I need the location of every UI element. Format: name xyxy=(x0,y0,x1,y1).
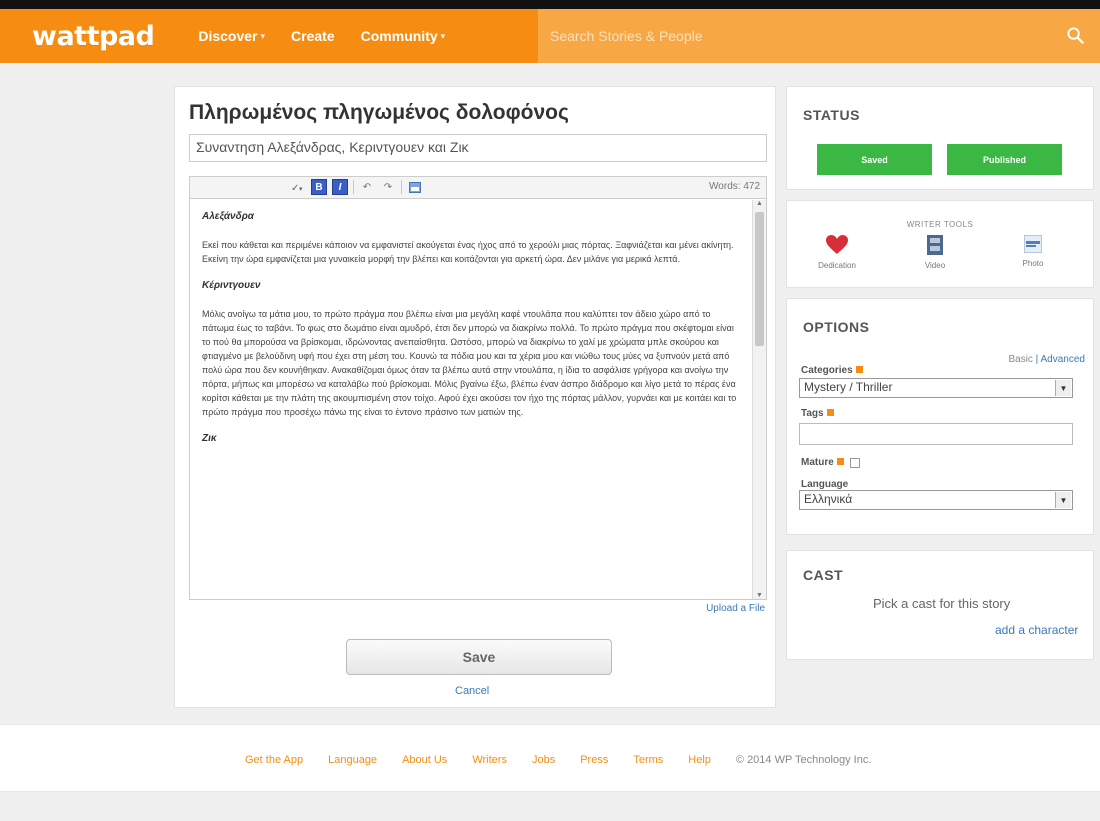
status-heading: STATUS xyxy=(803,107,860,123)
published-button[interactable]: Published xyxy=(947,144,1062,175)
dedication-label: Dedication xyxy=(818,261,856,270)
mature-label-text: Mature xyxy=(801,457,834,468)
tags-label: Tags xyxy=(801,408,834,419)
toolbar-divider xyxy=(353,180,354,194)
heart-icon xyxy=(826,235,848,254)
editor-panel: Πληρωμένος πληγωμένος δολοφόνος Συναντησ… xyxy=(174,86,776,708)
editor-toolbar: ✓ ▾ B I ↶ ↷ Words: 472 xyxy=(190,177,766,199)
photo-icon xyxy=(1023,234,1043,254)
options-panel: OPTIONS Basic | Advanced Categories Myst… xyxy=(786,298,1094,535)
footer-link-press[interactable]: Press xyxy=(580,754,608,766)
film-icon xyxy=(927,235,943,255)
story-title: Πληρωμένος πληγωμένος δολοφόνος xyxy=(189,101,569,124)
mature-label: Mature xyxy=(801,457,844,468)
status-panel: STATUS Saved Published xyxy=(786,86,1094,190)
cast-panel: CAST Pick a cast for this story add a ch… xyxy=(786,550,1094,660)
chevron-down-icon: ▾ xyxy=(440,30,446,41)
basic-advanced-toggle: Basic | Advanced xyxy=(1008,354,1085,365)
footer-link-jobs[interactable]: Jobs xyxy=(532,754,555,766)
word-count: Words: 472 xyxy=(709,181,760,192)
chevron-down-icon: ▾ xyxy=(260,30,266,41)
scroll-down-icon[interactable]: ▼ xyxy=(756,592,763,599)
top-strip xyxy=(0,0,1100,9)
categories-label: Categories xyxy=(801,365,863,376)
writer-tools-heading: WRITER TOOLS xyxy=(906,220,974,229)
footer-links: Get the App Language About Us Writers Jo… xyxy=(245,754,871,766)
language-select[interactable]: Ελληνικά ▼ xyxy=(799,490,1073,510)
nav-community-label: Community xyxy=(360,28,438,44)
footer-link-terms[interactable]: Terms xyxy=(633,754,663,766)
info-flag-icon xyxy=(855,366,863,373)
footer-link-help[interactable]: Help xyxy=(688,754,711,766)
writer-tools-panel: WRITER TOOLS Dedication Video Photo xyxy=(786,200,1094,288)
part-title-input[interactable]: Συναντηση Αλεξάνδρας, Κεριντγουεν και Ζι… xyxy=(189,134,767,162)
main-nav: Discover ▾ Create Community ▾ xyxy=(198,28,445,44)
save-button[interactable]: Save xyxy=(346,639,612,675)
editor-scrollbar[interactable]: ▲ ▼ xyxy=(752,200,766,599)
cast-heading: CAST xyxy=(803,567,844,583)
upload-file-link[interactable]: Upload a File xyxy=(706,603,765,614)
dropdown-arrow-icon[interactable]: ▼ xyxy=(1055,380,1071,396)
footer-link-language[interactable]: Language xyxy=(328,754,377,766)
wattpad-logo[interactable]: wattpad xyxy=(32,21,155,52)
editor-content[interactable]: Αλεξάνδρα Εκεί που κάθεται και περιμένει… xyxy=(190,200,752,599)
cast-prompt: Pick a cast for this story xyxy=(873,596,1011,611)
search-input[interactable] xyxy=(550,28,1050,44)
spellcheck-icon[interactable]: ✓ ▾ xyxy=(290,179,306,195)
category-value: Mystery / Thriller xyxy=(804,380,893,394)
tags-input[interactable] xyxy=(799,423,1073,445)
info-flag-icon xyxy=(836,458,844,465)
bold-button[interactable]: B xyxy=(311,179,327,195)
basic-link[interactable]: Basic xyxy=(1008,354,1032,365)
redo-icon[interactable]: ↷ xyxy=(380,179,396,195)
section-heading: Ζικ xyxy=(202,433,217,444)
undo-icon[interactable]: ↶ xyxy=(359,179,375,195)
italic-button[interactable]: I xyxy=(332,179,348,195)
toolbar-buttons: ✓ ▾ B I ↶ ↷ xyxy=(290,179,423,195)
paragraph: Εκεί που κάθεται και περιμένει κάποιον ν… xyxy=(202,240,734,264)
copyright-text: © 2014 WP Technology Inc. xyxy=(735,754,872,766)
toolbar-divider xyxy=(401,180,402,194)
site-footer: Get the App Language About Us Writers Jo… xyxy=(0,724,1100,792)
video-tool[interactable]: Video xyxy=(905,235,965,270)
video-label: Video xyxy=(924,261,946,270)
footer-link-get-app[interactable]: Get the App xyxy=(245,754,303,766)
advanced-link[interactable]: Advanced xyxy=(1041,354,1085,365)
dedication-tool[interactable]: Dedication xyxy=(807,235,867,270)
svg-text:▾: ▾ xyxy=(299,185,303,193)
photo-label: Photo xyxy=(1022,259,1044,268)
add-character-link[interactable]: add a character xyxy=(995,623,1078,637)
footer-link-writers[interactable]: Writers xyxy=(472,754,507,766)
section-heading: Κέριντγουεν xyxy=(202,280,261,291)
photo-tool[interactable]: Photo xyxy=(1003,234,1063,268)
cancel-link[interactable]: Cancel xyxy=(455,685,489,697)
insert-image-icon[interactable] xyxy=(407,179,423,195)
saved-button[interactable]: Saved xyxy=(817,144,932,175)
search-bar xyxy=(538,9,1100,63)
categories-label-text: Categories xyxy=(801,365,853,376)
category-select[interactable]: Mystery / Thriller ▼ xyxy=(799,378,1073,398)
nav-community[interactable]: Community ▾ xyxy=(361,28,446,44)
language-label: Language xyxy=(801,479,849,490)
scroll-up-icon[interactable]: ▲ xyxy=(756,200,763,207)
text-editor: ✓ ▾ B I ↶ ↷ Words: 472 Αλεξάνδρα Εκεί που… xyxy=(189,176,767,600)
nav-create-label: Create xyxy=(291,28,335,44)
toggle-separator: | xyxy=(1032,354,1041,365)
dropdown-arrow-icon[interactable]: ▼ xyxy=(1055,492,1071,508)
paragraph: Μόλις ανοίγω τα μάτια μου, το πρώτο πράγ… xyxy=(202,309,737,417)
nav-discover[interactable]: Discover ▾ xyxy=(198,28,265,44)
search-icon[interactable] xyxy=(1067,27,1084,44)
tags-label-text: Tags xyxy=(801,408,824,419)
section-heading: Αλεξάνδρα xyxy=(202,211,254,222)
mature-checkbox[interactable] xyxy=(850,458,860,468)
nav-discover-label: Discover xyxy=(198,28,258,44)
footer-link-about[interactable]: About Us xyxy=(402,754,447,766)
info-flag-icon xyxy=(826,409,834,416)
language-value: Ελληνικά xyxy=(804,492,853,506)
options-heading: OPTIONS xyxy=(803,319,870,335)
scroll-thumb[interactable] xyxy=(755,212,764,346)
nav-create[interactable]: Create xyxy=(291,28,335,44)
